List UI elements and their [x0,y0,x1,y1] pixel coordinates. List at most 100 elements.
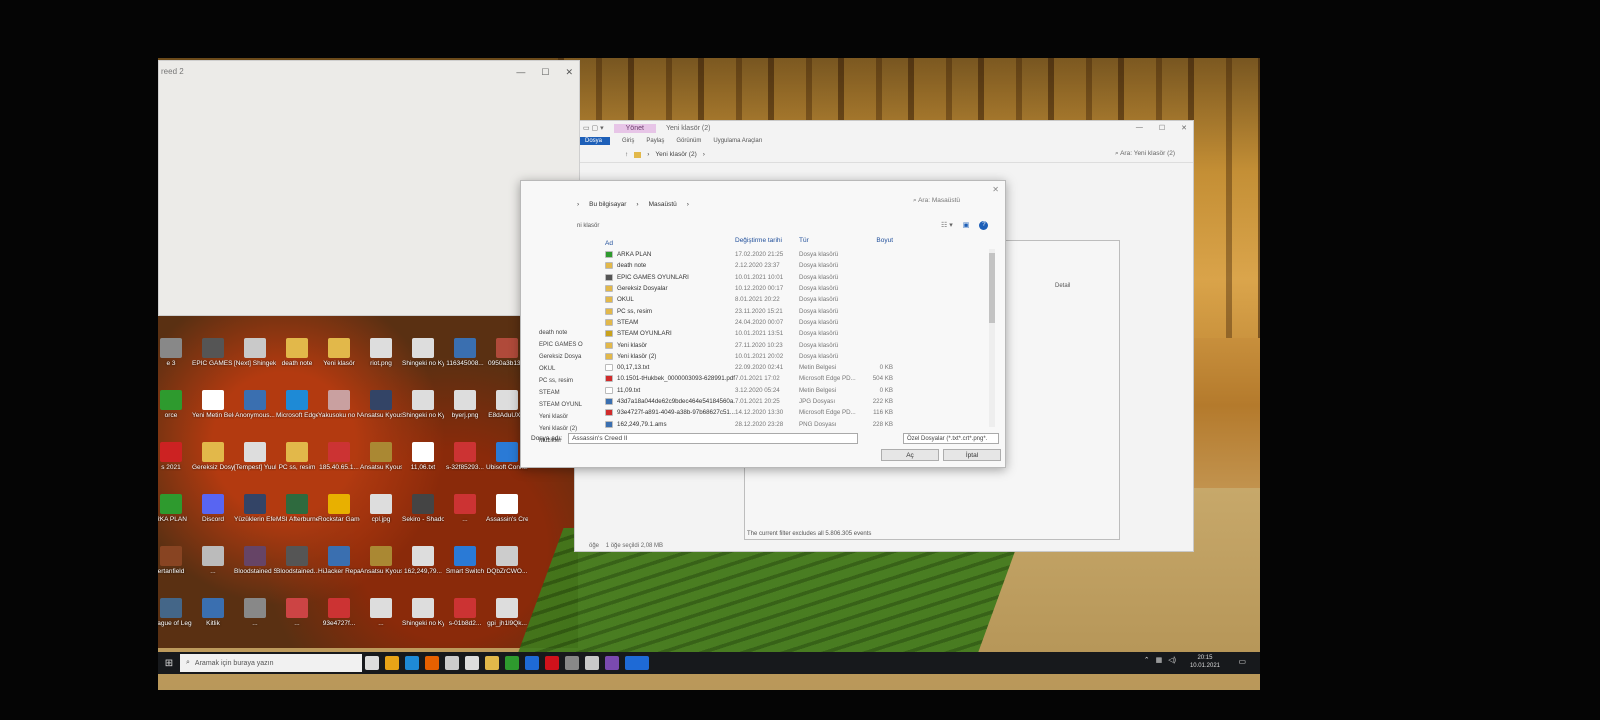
desktop-icon[interactable]: orce [158,390,192,419]
maximize-icon[interactable]: ☐ [1159,124,1165,132]
nav-item[interactable]: death note [531,327,607,339]
desktop-icon[interactable]: ... [360,598,402,627]
desktop-icon[interactable]: Yeni Metin Belgesi L... [192,390,234,419]
path-this-pc[interactable]: Bu bilgisayar [589,201,626,208]
desktop-icon[interactable]: 185.40.65.1... [318,442,360,471]
blank-app-window[interactable]: reed 2 — ☐ ✕ [158,60,580,316]
desktop-icon[interactable]: Ansatsu Kyoushit... [360,390,402,419]
filetype-select[interactable]: Özel Dosyalar (*.txt*.crt*.png*. [903,433,999,444]
taskbar-app-icon[interactable] [505,656,519,670]
explorer-qat-icon[interactable]: ▭ ▢ ▾ [583,124,604,132]
taskbar-app-icon[interactable] [445,656,459,670]
desktop-icon[interactable]: byerj.png [444,390,486,419]
file-row[interactable]: PC ss, resim 23.11.2020 15:21 Dosya klasör… [605,305,1001,316]
taskbar-app-icon[interactable] [425,656,439,670]
taskbar-app-icon[interactable] [465,656,479,670]
column-name[interactable]: Ad [605,237,735,249]
view-options-icon[interactable]: ☷ ▾ [941,221,953,230]
maximize-icon[interactable]: ☐ [541,67,549,78]
desktop-icon[interactable]: ertanfield [158,546,192,575]
up-arrow-icon[interactable]: ↑ [625,151,628,158]
desktop-icon[interactable]: s-32f85293... [444,442,486,471]
volume-icon[interactable]: ◁) [1168,656,1176,664]
desktop-icon[interactable]: cpl.jpg [360,494,402,523]
taskbar-search-input[interactable]: ⌕ Aramak için buraya yazın [180,654,362,672]
windows-start-icon[interactable]: ⊞ [158,658,180,669]
file-row[interactable]: 11,09.txt 3.12.2020 05:24 Metin Belgesi 0 K… [605,385,1001,396]
taskbar-app-icon[interactable] [405,656,419,670]
file-list-scrollbar[interactable] [989,249,995,427]
desktop-icon[interactable]: Bloodstained... [276,546,318,575]
desktop-icon[interactable]: 11,06.txt [402,442,444,471]
taskbar-app-icon[interactable] [525,656,539,670]
taskbar-app-icon[interactable] [485,656,499,670]
taskbar-app-icon[interactable] [625,656,649,670]
desktop-icon[interactable]: Kitlik [192,598,234,627]
ribbon-tab-home[interactable]: Giriş [622,138,634,144]
desktop-icon[interactable]: s-01b8d2... [444,598,486,627]
file-row[interactable]: 00,17,13.txt 22.09.2020 02:41 Metin Belges… [605,362,1001,373]
desktop-icon[interactable]: MSI Afterburner [276,494,318,523]
desktop-icon[interactable]: Yakusoku no Neverland [318,390,360,419]
file-row[interactable]: Yeni klasör 27.11.2020 10:23 Dosya klasörü [605,339,1001,350]
close-icon[interactable]: ✕ [565,67,573,78]
nav-item[interactable]: EPIC GAMES O [531,339,607,351]
column-date[interactable]: Değiştirme tarihi [735,237,799,249]
file-row[interactable]: death note 2.12.2020 23:37 Dosya klasörü [605,260,1001,271]
desktop-icon[interactable]: Shingeki no Kyojin 3. B... [402,390,444,419]
taskbar-app-icon[interactable] [385,656,399,670]
minimize-icon[interactable]: — [1136,124,1143,132]
taskbar-app-icon[interactable] [565,656,579,670]
taskbar-app-icon[interactable] [365,656,379,670]
desktop-icon[interactable]: gpi_jh1l9Qk... [486,598,528,627]
manage-context-tab[interactable]: Yönet [613,123,656,133]
nav-item[interactable]: STEAM OYUNL [531,399,607,411]
desktop-icon[interactable]: RKA PLAN [158,494,192,523]
desktop-icon[interactable]: League of Legends [158,598,192,627]
taskbar-app-icon[interactable] [605,656,619,670]
desktop-icon[interactable]: PC ss, resim [276,442,318,471]
desktop-icon[interactable]: Ansatsu Kyoushit... [360,546,402,575]
desktop-icon[interactable]: [Next] Shingeki no... [234,338,276,367]
explorer-search-input[interactable]: ⌕ Ara: Yeni klasör (2) [1115,150,1185,158]
desktop-icon[interactable]: Microsoft Edge [276,390,318,419]
desktop-icon[interactable]: 162,249,79... [402,546,444,575]
desktop-icon[interactable]: Sekiro - Shadow D... [402,494,444,523]
file-row[interactable]: STEAM 24.04.2020 00:07 Dosya klasörü [605,317,1001,328]
desktop-icon[interactable]: Anonymous... [234,390,276,419]
desktop-icon[interactable]: death note [276,338,318,367]
network-icon[interactable]: ▦ [1156,656,1163,664]
desktop-icon[interactable]: ... [234,598,276,627]
desktop-icon[interactable]: e 3 [158,338,192,367]
ribbon-tab-share[interactable]: Paylaş [646,138,664,144]
taskbar-app-icon[interactable] [585,656,599,670]
explorer-path[interactable]: Yeni klasör (2) [655,151,696,158]
dialog-address-bar[interactable]: › Bu bilgisayar › Masaüstü › [577,197,689,211]
ribbon-tab-file[interactable]: Dosya [577,137,611,145]
taskbar-app-icon[interactable] [545,656,559,670]
close-icon[interactable]: ✕ [992,185,999,194]
desktop-icon[interactable]: Assassin's Creed II [486,494,528,523]
desktop-icon[interactable]: 116345008... [444,338,486,367]
chevron-up-icon[interactable]: ⌃ [1144,656,1150,664]
desktop-icon[interactable]: HiJacker Repair Tool [318,546,360,575]
help-icon[interactable]: ? [979,221,989,230]
file-row[interactable]: 93e4727f-a891-4049-a38b-97b68627c51... 14… [605,407,1001,418]
desktop-icon[interactable]: ... [192,546,234,575]
notification-icon[interactable]: ▭ [1238,657,1246,666]
desktop-icon[interactable]: Ansatsu Kyoushit... [360,442,402,471]
minimize-icon[interactable]: — [516,67,525,78]
desktop-icon[interactable]: Shingeki no Kyojin 3. B... [402,338,444,367]
desktop-icon[interactable]: DQbZrCWO... [486,546,528,575]
desktop-icon[interactable]: EPIC GAMES OYUNLARI [192,338,234,367]
ribbon-tab-app-tools[interactable]: Uygulama Araçları [713,138,762,144]
desktop-icon[interactable]: Shingeki no Kyojin Titan... [402,598,444,627]
desktop-icon[interactable]: s 2021 [158,442,192,471]
desktop-icon[interactable]: Rockstar Games... [318,494,360,523]
preview-pane-icon[interactable]: ▣ [963,221,970,230]
path-desktop[interactable]: Masaüstü [649,201,677,208]
file-row[interactable]: 10.1501-tHukbek_0000003093-628991.pdf 7.0… [605,373,1001,384]
column-size[interactable]: Boyut [863,237,893,249]
desktop-icon[interactable]: ... [276,598,318,627]
desktop-icon[interactable]: [Tempest] Yuukoku B... [234,442,276,471]
